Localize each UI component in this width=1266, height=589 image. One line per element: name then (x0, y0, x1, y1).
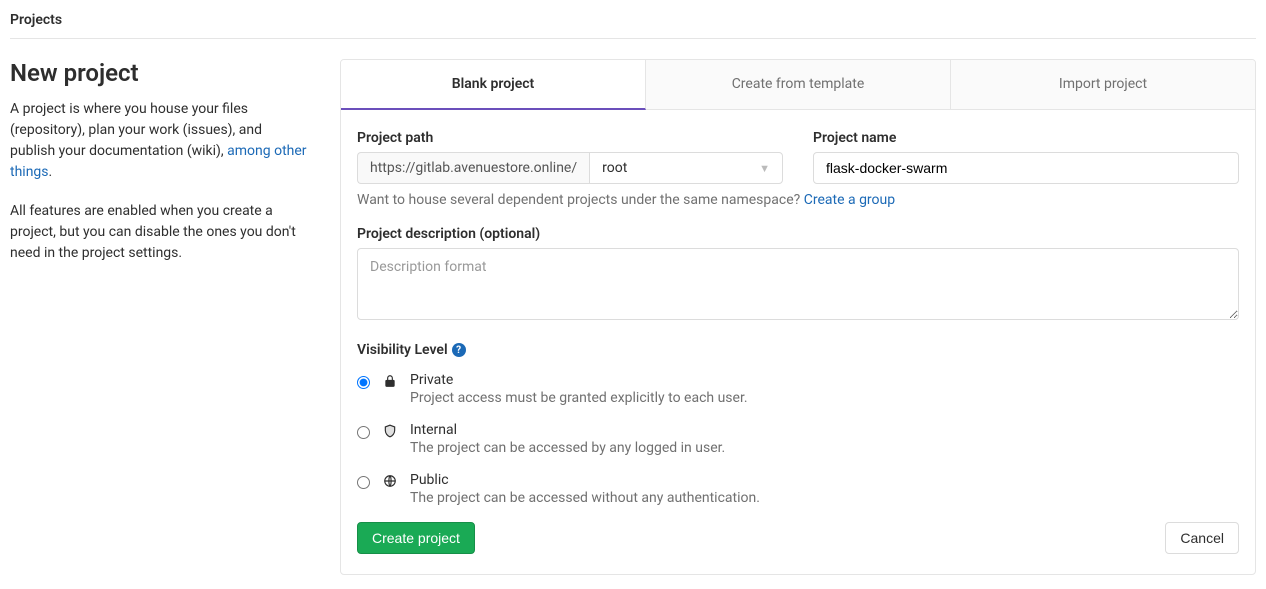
visibility-radio-public[interactable] (357, 476, 370, 489)
globe-icon (382, 474, 398, 488)
tab-blank-project[interactable]: Blank project (341, 60, 646, 110)
visibility-title-public: Public (410, 472, 760, 488)
main-panel: Blank project Create from template Impor… (340, 59, 1256, 575)
lock-icon (382, 374, 398, 388)
tab-import-project[interactable]: Import project (951, 60, 1255, 109)
project-name-label: Project name (813, 130, 1239, 146)
project-description-label: Project description (optional) (357, 226, 1239, 242)
visibility-title-internal: Internal (410, 422, 725, 438)
shield-icon (382, 424, 398, 438)
tab-create-from-template[interactable]: Create from template (646, 60, 951, 109)
namespace-hint: Want to house several dependent projects… (357, 192, 1239, 208)
divider (10, 38, 1256, 39)
cancel-button[interactable]: Cancel (1165, 522, 1239, 554)
visibility-radio-internal[interactable] (357, 426, 370, 439)
create-project-button[interactable]: Create project (357, 522, 475, 554)
visibility-option-private[interactable]: Private Project access must be granted e… (357, 372, 1239, 406)
info-sidebar: New project A project is where you house… (10, 59, 310, 282)
create-group-link[interactable]: Create a group (804, 192, 895, 208)
project-path-label: Project path (357, 130, 783, 146)
project-name-input[interactable] (813, 152, 1239, 184)
chevron-down-icon: ▼ (759, 162, 770, 175)
visibility-radio-private[interactable] (357, 376, 370, 389)
namespace-select[interactable]: root ▼ (589, 152, 783, 184)
info-paragraph-1: A project is where you house your files … (10, 99, 310, 183)
visibility-title-private: Private (410, 372, 748, 388)
visibility-option-public[interactable]: Public The project can be accessed witho… (357, 472, 1239, 506)
visibility-desc-public: The project can be accessed without any … (410, 490, 760, 506)
info-paragraph-2: All features are enabled when you create… (10, 201, 310, 264)
help-icon[interactable]: ? (452, 343, 466, 357)
breadcrumb[interactable]: Projects (10, 8, 1256, 38)
visibility-desc-private: Project access must be granted explicitl… (410, 390, 748, 406)
page-title: New project (10, 59, 310, 87)
project-path-prefix: https://gitlab.avenuestore.online/ (357, 152, 589, 184)
visibility-desc-internal: The project can be accessed by any logge… (410, 440, 725, 456)
visibility-option-internal[interactable]: Internal The project can be accessed by … (357, 422, 1239, 456)
project-description-input[interactable] (357, 248, 1239, 320)
tabs: Blank project Create from template Impor… (341, 60, 1255, 110)
visibility-level-label: Visibility Level ? (357, 342, 1239, 358)
namespace-value: root (602, 160, 627, 176)
